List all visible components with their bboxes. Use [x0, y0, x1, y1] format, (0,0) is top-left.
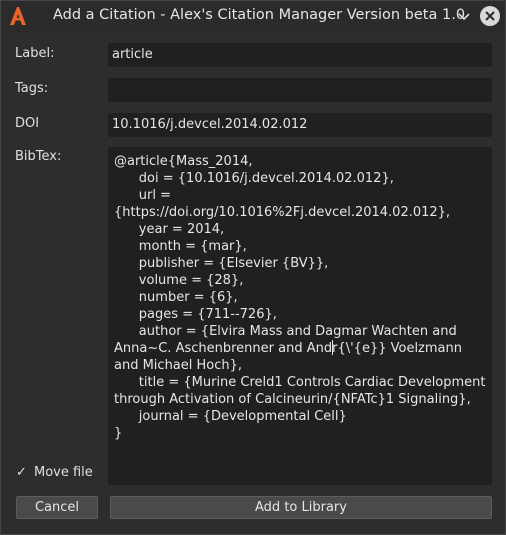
label-field-label: Label:	[15, 46, 55, 61]
title-bar[interactable]: Add a Citation - Alex's Citation Manager…	[1, 1, 505, 33]
tags-input[interactable]	[108, 78, 492, 102]
doi-field-label: DOI	[15, 116, 40, 131]
cancel-button[interactable]: Cancel	[16, 496, 98, 519]
move-file-label: Move file	[34, 465, 93, 480]
move-file-checkbox[interactable]: ✓ Move file	[16, 465, 93, 480]
close-icon[interactable]	[480, 6, 500, 26]
doi-input[interactable]: 10.1016/j.devcel.2014.02.012	[108, 113, 492, 137]
text-cursor	[332, 340, 333, 355]
bibtex-field-label: BibTex:	[15, 149, 62, 164]
bibtex-textarea[interactable]: @article{Mass_2014, doi = {10.1016/j.dev…	[108, 147, 492, 485]
checkmark-icon: ✓	[16, 465, 27, 480]
label-input[interactable]: article	[108, 43, 492, 67]
window-title: Add a Citation - Alex's Citation Manager…	[53, 7, 466, 23]
add-to-library-button[interactable]: Add to Library	[110, 496, 492, 519]
tags-field-label: Tags:	[15, 81, 49, 96]
app-logo-icon	[9, 6, 27, 26]
add-citation-dialog: Add a Citation - Alex's Citation Manager…	[0, 0, 506, 535]
chevron-down-icon[interactable]	[456, 9, 472, 25]
